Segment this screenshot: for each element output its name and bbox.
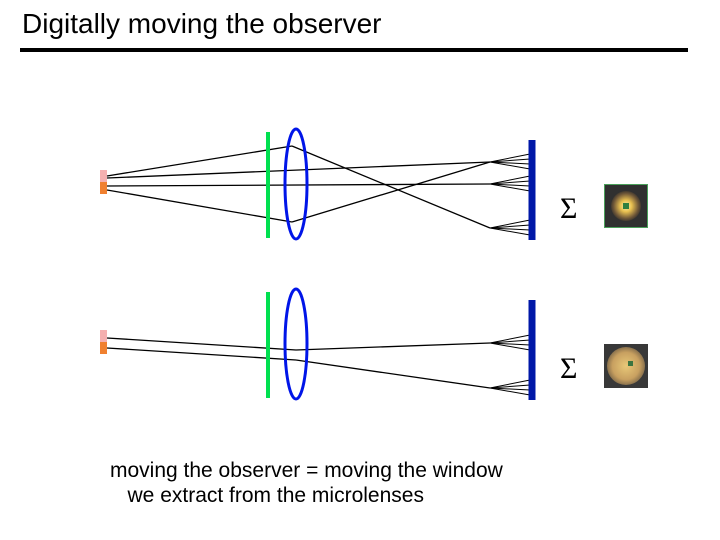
caption-line-2: we extract from the microlenses — [128, 484, 424, 507]
caption-line-1: moving the observer = moving the window — [110, 459, 503, 482]
sigma-symbol-top: Σ — [560, 192, 577, 226]
page-title: Digitally moving the observer — [22, 8, 382, 40]
result-thumb-out-focus — [604, 344, 648, 388]
sigma-symbol-bottom: Σ — [560, 352, 577, 386]
title-underline — [20, 48, 688, 52]
caption: moving the observer = moving the window … — [110, 458, 503, 508]
result-thumb-in-focus — [604, 184, 648, 228]
